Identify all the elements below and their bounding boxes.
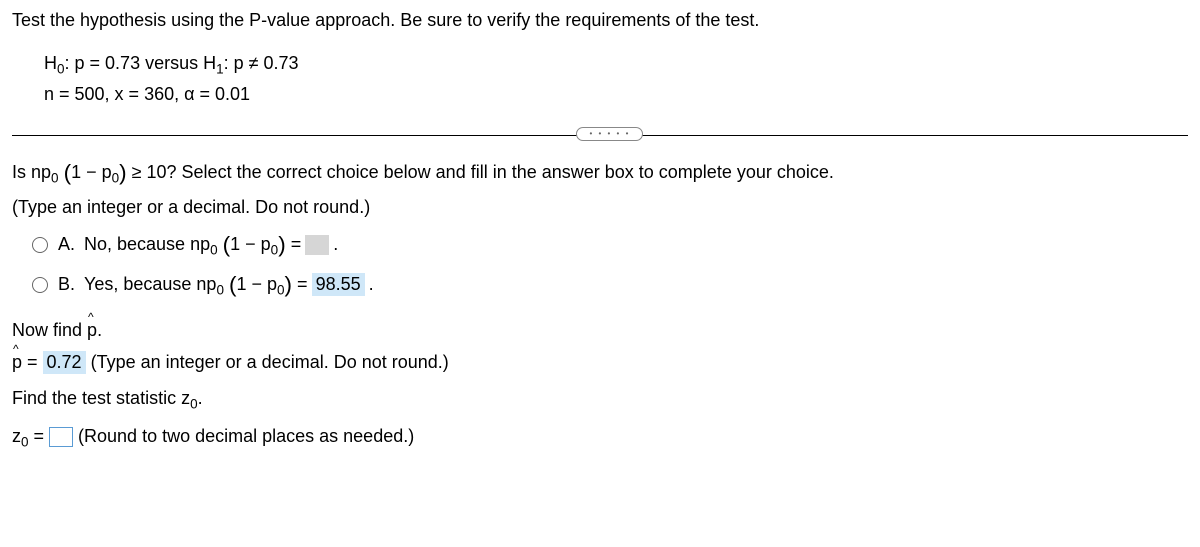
choice-a-row: A. No, because np0 (1 − p0) = .: [12, 232, 1188, 258]
phat-input[interactable]: 0.72: [43, 351, 86, 374]
intro-text: Test the hypothesis using the P-value ap…: [12, 10, 1188, 31]
hypothesis-line: H0: p = 0.73 versus H1: p ≠ 0.73: [44, 49, 1188, 80]
instruction-1: (Type an integer or a decimal. Do not ro…: [12, 197, 1188, 218]
parameters-line: n = 500, x = 360, α = 0.01: [44, 80, 1188, 109]
z0-answer-line: z0 = (Round to two decimal places as nee…: [12, 426, 1188, 450]
section-find-z0: Find the test statistic z0.: [12, 388, 1188, 412]
phat-answer-line: ^p = 0.72 (Type an integer or a decimal.…: [12, 351, 1188, 374]
z0-input[interactable]: [49, 427, 73, 447]
choice-b-input[interactable]: 98.55: [312, 273, 365, 296]
choice-b-row: B. Yes, because np0 (1 − p0) = 98.55 .: [12, 272, 1188, 298]
choice-a-label: A.: [58, 234, 84, 255]
radio-a[interactable]: [32, 237, 48, 253]
choice-a-input[interactable]: [305, 235, 329, 255]
section-divider: • • • • •: [12, 125, 1188, 145]
choice-b-text: Yes, because np0 (1 − p0) = 98.55 .: [84, 272, 374, 298]
question-np0: Is np0 (1 − p0) ≥ 10? Select the correct…: [12, 155, 1188, 191]
choice-b-label: B.: [58, 274, 84, 295]
choice-a-text: No, because np0 (1 − p0) = .: [84, 232, 338, 258]
section-find-phat: Now find ^p.: [12, 320, 1188, 341]
radio-b[interactable]: [32, 277, 48, 293]
hypothesis-block: H0: p = 0.73 versus H1: p ≠ 0.73 n = 500…: [12, 49, 1188, 109]
divider-handle[interactable]: • • • • •: [576, 127, 643, 141]
